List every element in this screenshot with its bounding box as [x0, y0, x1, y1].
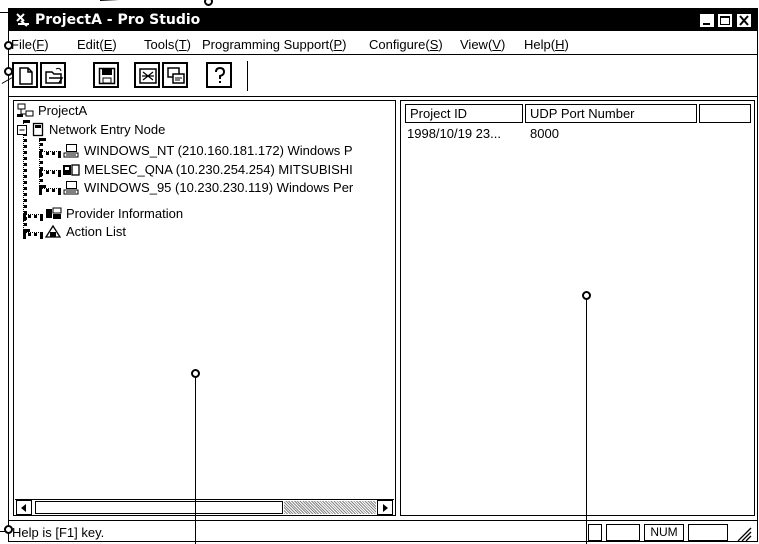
app-icon [15, 12, 31, 28]
tree-connector [39, 170, 61, 174]
scrollbar-track[interactable] [35, 501, 283, 514]
callout-line [0, 12, 10, 13]
callout-dot-menu [4, 41, 13, 50]
transfer-icon[interactable] [134, 62, 160, 88]
pc-icon [62, 143, 80, 158]
application-window: ProjectA - Pro Studio File(F) Edit(E) To… [8, 8, 758, 542]
node-list-icon [31, 122, 45, 137]
menu-tools[interactable]: Tools(T) [144, 37, 191, 52]
callout-dot-left-pane [191, 369, 200, 378]
callout-dot-toolbar [4, 67, 13, 76]
tree-connector [23, 232, 43, 236]
column-header-udp-port[interactable]: UDP Port Number [525, 104, 697, 123]
plc-icon [62, 162, 80, 177]
provider-icon [44, 206, 62, 221]
tree-item-network-entry-node[interactable]: Network Entry Node [16, 122, 165, 140]
tree-node-label: MELSEC_QNA (10.230.254.254) MITSUBISHI [84, 162, 353, 177]
collapse-minus-icon[interactable] [16, 122, 28, 137]
help-icon[interactable] [206, 62, 232, 88]
menu-bar: File(F) Edit(E) Tools(T) Programming Sup… [9, 33, 757, 55]
menu-configure[interactable]: Configure(S) [369, 37, 443, 52]
scrollbar-thumb[interactable] [284, 501, 376, 514]
project-list-pane[interactable]: Project ID UDP Port Number 1998/10/19 23… [400, 100, 755, 516]
table-cell-udp-port[interactable]: 8000 [530, 126, 559, 141]
toolbar-separator [247, 61, 248, 91]
tree-connector [39, 138, 43, 188]
network-root-icon [16, 103, 34, 118]
status-indicator [588, 524, 602, 541]
menu-view[interactable]: View(V) [460, 37, 505, 52]
scroll-left-arrow-icon[interactable] [16, 500, 32, 515]
tree-node-label: WINDOWS_NT (210.160.181.172) Windows P [84, 143, 353, 158]
title-bar[interactable]: ProjectA - Pro Studio [9, 9, 757, 31]
tree-connector [39, 151, 61, 155]
project-tree-pane[interactable]: ProjectA Network Entry Node WINDOWS_NT (… [13, 100, 396, 516]
tree-item-root[interactable]: ProjectA [16, 103, 87, 121]
tree-node-label: WINDOWS_95 (10.230.230.119) Windows Per [84, 180, 354, 195]
pc-icon [62, 180, 80, 195]
menu-programming-support[interactable]: Programming Support(P) [202, 37, 347, 52]
maximize-button[interactable] [717, 13, 733, 28]
status-text: Help is [F1] key. [12, 525, 105, 540]
scroll-right-arrow-icon[interactable] [377, 500, 393, 515]
callout-line [586, 296, 587, 544]
minimize-button[interactable] [699, 13, 715, 28]
action-list-icon [44, 224, 62, 239]
tree-item-action-list[interactable]: Action List [44, 224, 126, 242]
tree-item-node[interactable]: MELSEC_QNA (10.230.254.254) MITSUBISHI [62, 162, 353, 180]
callout-dot-title [204, 0, 213, 6]
menu-edit[interactable]: Edit(E) [77, 37, 117, 52]
tree-item-node[interactable]: WINDOWS_95 (10.230.230.119) Windows Per [62, 180, 353, 198]
status-indicator [606, 524, 640, 541]
window-title: ProjectA - Pro Studio [35, 12, 201, 28]
tree-item-node[interactable]: WINDOWS_NT (210.160.181.172) Windows P [62, 143, 353, 161]
open-folder-icon[interactable] [40, 62, 66, 88]
monitor-icon[interactable] [162, 62, 188, 88]
callout-line [99, 0, 200, 1]
status-indicator-num: NUM [644, 524, 684, 541]
callout-dot-status [4, 525, 13, 534]
tree-item-provider-information[interactable]: Provider Information [44, 206, 183, 224]
tree-provider-label: Provider Information [66, 206, 184, 221]
table-cell-project-id[interactable]: 1998/10/19 23... [407, 126, 501, 141]
status-indicator [688, 524, 728, 541]
tree-connector [23, 214, 43, 218]
size-grip-icon[interactable] [734, 525, 752, 544]
tree-network-entry-label: Network Entry Node [49, 122, 166, 137]
status-bar: Help is [F1] key. NUM [9, 520, 757, 542]
menu-file[interactable]: File(F) [11, 37, 49, 52]
toolbar [9, 57, 757, 97]
column-header-blank[interactable] [699, 104, 751, 123]
horizontal-scrollbar[interactable] [15, 499, 394, 515]
tree-root-label: ProjectA [38, 103, 88, 118]
save-disk-icon[interactable] [93, 62, 119, 88]
menu-help[interactable]: Help(H) [524, 37, 569, 52]
callout-line [195, 375, 196, 544]
tree-connector [39, 188, 61, 192]
new-file-icon[interactable] [12, 62, 38, 88]
tree-action-list-label: Action List [66, 224, 126, 239]
column-header-project-id[interactable]: Project ID [405, 104, 523, 123]
close-button[interactable] [736, 13, 752, 28]
callout-dot-right-pane [582, 291, 591, 300]
